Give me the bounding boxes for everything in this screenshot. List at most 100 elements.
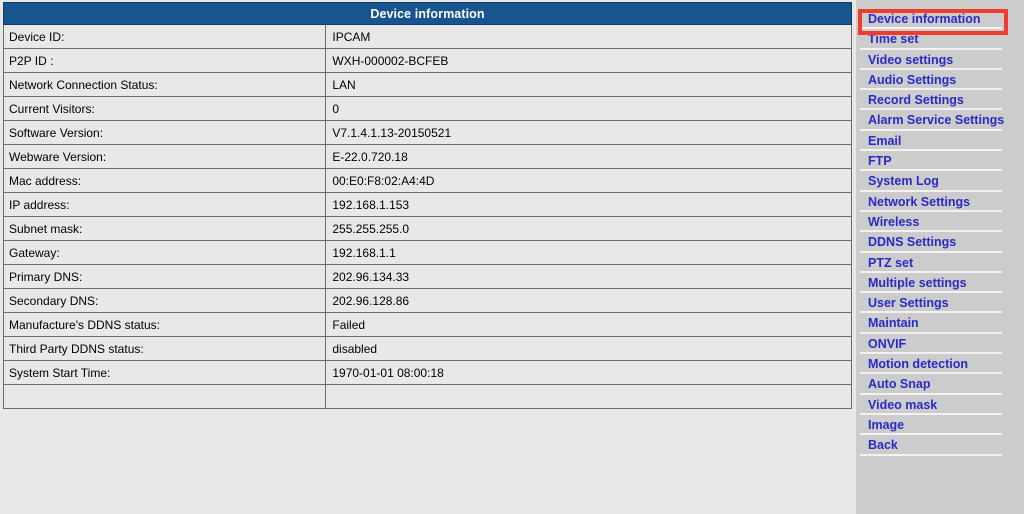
sidebar-item-user-settings[interactable]: User Settings [860,293,1010,314]
sidebar-nav: Device information Time set Video settings… [856,0,1024,514]
row-value: disabled [325,336,852,361]
device-information-page: Device information Device ID: IPCAM P2P ID… [0,0,1024,514]
row-value: 202.96.134.33 [325,264,852,289]
row-label: Third Party DDNS status: [2,336,327,361]
row-label: System Start Time: [2,360,327,385]
row-label: Manufacture's DDNS status: [2,312,327,337]
table-row: Primary DNS: 202.96.134.33 [2,264,852,289]
row-label: Software Version: [2,120,327,145]
sidebar-item-video-mask[interactable]: Video mask [860,395,1010,415]
sidebar-item-multiple-settings[interactable]: Multiple settings [860,273,1010,294]
sidebar-item-label: Network Settings [868,194,971,209]
sidebar-item-label: Auto Snap [868,377,931,392]
sidebar-item-auto-snap[interactable]: Auto Snap [860,374,1010,395]
sidebar-item-label: Alarm Service Settings [868,113,1005,128]
table-row: Third Party DDNS status: disabled [2,336,852,361]
row-value: 192.168.1.1 [325,240,852,265]
row-label: Current Visitors: [2,96,327,121]
sidebar-item-label: Maintain [868,316,919,331]
sidebar-item-time-set[interactable]: Time set [860,29,1010,50]
row-label: Subnet mask: [2,216,327,241]
row-value: WXH-000002-BCFEB [325,48,852,73]
menu-separator [860,453,1002,456]
sidebar-item-label: Wireless [868,214,920,229]
row-value [325,384,852,409]
row-value: E-22.0.720.18 [325,144,852,169]
table-title-row: Device information [3,2,852,25]
sidebar-item-label: Record Settings [868,93,964,108]
sidebar-item-label: Email [868,133,902,148]
row-label: Primary DNS: [2,264,327,289]
sidebar-item-device-information[interactable]: Device information [860,9,1010,30]
sidebar-item-label: Device information [868,12,981,26]
sidebar-menu-list: Device information Time set Video settings… [860,9,1010,456]
table-row: Current Visitors: 0 [2,96,852,121]
table-row: P2P ID : WXH-000002-BCFEB [2,48,852,73]
sidebar-item-label: Back [868,438,898,453]
table-row: Subnet mask: 255.255.255.0 [2,216,852,241]
sidebar-item-email[interactable]: Email [860,131,1010,152]
sidebar-item-label: System Log [868,174,939,189]
table-row: System Start Time: 1970-01-01 08:00:18 [2,360,852,385]
row-value: IPCAM [325,24,852,49]
row-value: 255.255.255.0 [325,216,852,241]
sidebar-item-record-settings[interactable]: Record Settings [860,90,1010,111]
table-row: Webware Version: E-22.0.720.18 [2,144,852,169]
table-row: Software Version: V7.1.4.1.13-20150521 [2,120,852,145]
row-label: Gateway: [2,240,327,265]
main-content-area: Device information Device ID: IPCAM P2P ID… [0,0,856,514]
sidebar-item-motion-detection[interactable]: Motion detection [860,354,1010,375]
sidebar-item-network-settings[interactable]: Network Settings [860,192,1010,212]
row-value: 192.168.1.153 [325,192,852,217]
row-label: Device ID: [2,24,327,49]
table-row: Secondary DNS: 202.96.128.86 [2,288,852,313]
row-value: 202.96.128.86 [325,288,852,313]
sidebar-item-audio-settings[interactable]: Audio Settings [860,70,1010,91]
row-label: P2P ID : [2,48,327,73]
row-value: Failed [325,312,852,337]
row-value: V7.1.4.1.13-20150521 [325,120,852,145]
sidebar-item-ptz-set[interactable]: PTZ set [860,253,1010,273]
row-value: 00:E0:F8:02:A4:4D [325,168,852,193]
row-label: Mac address: [2,168,327,193]
row-label: Network Connection Status: [2,72,327,97]
sidebar-item-label: Motion detection [868,357,968,372]
row-label: Webware Version: [2,144,327,169]
sidebar-item-onvif[interactable]: ONVIF [860,334,1010,355]
sidebar-item-label: Multiple settings [868,275,967,290]
sidebar-item-label: Time set [868,32,919,47]
sidebar-item-label: PTZ set [868,255,914,270]
table-row: Gateway: 192.168.1.1 [2,240,852,265]
sidebar-item-label: DDNS Settings [868,235,957,250]
row-label: IP address: [2,192,327,217]
sidebar-item-image[interactable]: Image [860,415,1010,436]
sidebar-item-wireless[interactable]: Wireless [860,212,1010,233]
table-row: Network Connection Status: LAN [2,72,852,97]
table-row: IP address: 192.168.1.153 [2,192,852,217]
sidebar-item-label: FTP [868,154,892,169]
sidebar-item-back[interactable]: Back [860,435,1010,456]
sidebar-item-alarm-service-settings[interactable]: Alarm Service Settings [860,110,1010,131]
table-row: Mac address: 00:E0:F8:02:A4:4D [2,168,852,193]
row-value: 1970-01-01 08:00:18 [325,360,852,385]
sidebar-item-ftp[interactable]: FTP [860,151,1010,172]
sidebar-item-label: User Settings [868,296,949,311]
sidebar-item-label: Audio Settings [868,72,957,87]
sidebar-item-maintain[interactable]: Maintain [860,313,1010,334]
device-information-table: Device information Device ID: IPCAM P2P ID… [2,2,852,409]
sidebar-item-system-log[interactable]: System Log [860,171,1010,192]
table-header: Device information [3,2,852,25]
sidebar-item-label: Image [868,417,905,432]
page-title: Device information [3,2,852,25]
sidebar-item-video-settings[interactable]: Video settings [860,50,1010,70]
table-row [2,384,852,409]
row-value: 0 [325,96,852,121]
row-label [2,384,327,409]
sidebar-item-label: Video settings [868,52,954,67]
sidebar-item-label: Video mask [868,397,938,412]
sidebar-item-ddns-settings[interactable]: DDNS Settings [860,232,1010,253]
row-value: LAN [325,72,852,97]
sidebar-item-label: ONVIF [868,336,907,351]
row-label: Secondary DNS: [2,288,327,313]
table-row: Manufacture's DDNS status: Failed [2,312,852,337]
